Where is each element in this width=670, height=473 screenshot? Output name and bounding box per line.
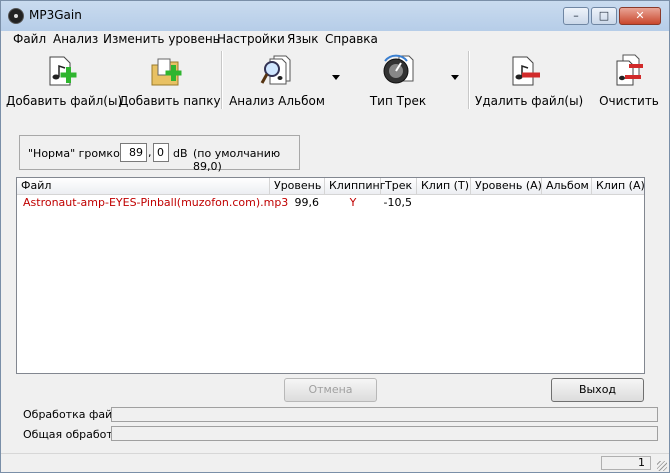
mp3gain-app-icon: [8, 8, 24, 24]
track-type-button[interactable]: Тип Трек: [351, 47, 445, 113]
row-track-gain: -10,5: [383, 196, 412, 209]
add-folder-label: Добавить папку: [119, 94, 221, 108]
resize-grip-icon[interactable]: [657, 461, 667, 471]
menu-options[interactable]: Настройки: [217, 32, 285, 46]
status-bar: 1: [1, 453, 669, 472]
unit-label: dB: [173, 147, 188, 160]
target-volume-int-input[interactable]: 89: [120, 143, 147, 162]
file-list-header: Файл Уровень Клиппинг Трек Клип (Т) Уров…: [17, 178, 645, 195]
column-header-clip-track[interactable]: Клип (Т): [417, 178, 471, 194]
default-hint: (по умолчанию 89,0): [193, 147, 281, 173]
window-title: MP3Gain: [29, 8, 82, 22]
column-header-clipping[interactable]: Клиппинг: [325, 178, 386, 194]
title-bar[interactable]: MP3Gain – □ ✕: [1, 1, 669, 31]
menu-file[interactable]: Файл: [13, 32, 46, 46]
column-header-file[interactable]: Файл: [17, 178, 270, 194]
menu-analysis[interactable]: Анализ: [53, 32, 98, 46]
minimize-button[interactable]: –: [563, 7, 589, 25]
add-file-icon: [49, 56, 77, 86]
file-progress-bar: [111, 407, 658, 422]
column-header-level[interactable]: Уровень: [270, 178, 325, 194]
magnifier-icon: [260, 55, 291, 85]
toolbar-separator: [468, 51, 470, 109]
album-analysis-button[interactable]: Анализ Альбом: [227, 47, 327, 113]
album-analysis-dropdown-icon[interactable]: [332, 75, 340, 80]
maximize-button[interactable]: □: [591, 7, 617, 25]
clear-label: Очистить: [599, 94, 659, 108]
column-header-clip-album[interactable]: Клип (A): [592, 178, 645, 194]
add-files-label: Добавить файл(ы): [6, 94, 123, 108]
toolbar-separator: [221, 51, 223, 109]
remove-file-icon: [512, 56, 540, 86]
menu-modify-gain[interactable]: Изменить уровень: [103, 32, 220, 46]
app-window: MP3Gain – □ ✕ Файл Анализ Изменить урове…: [0, 0, 670, 473]
gain-dial-icon: [383, 54, 414, 84]
toolbar: Добавить файл(ы) Добавить папку Анализ А…: [1, 47, 669, 113]
clear-all-icon: [616, 54, 643, 86]
column-header-track[interactable]: Трек: [381, 178, 417, 194]
file-list[interactable]: Файл Уровень Клиппинг Трек Клип (Т) Уров…: [16, 177, 645, 374]
target-volume-group: "Норма" громкости: 89 , 0 dB (по умолчан…: [19, 135, 300, 173]
track-type-label: Тип Трек: [369, 94, 427, 108]
menu-help[interactable]: Справка: [325, 32, 378, 46]
row-clipping: Y: [349, 196, 357, 209]
cancel-button[interactable]: Отмена: [284, 378, 377, 402]
total-progress-bar: [111, 426, 658, 441]
column-header-album-level[interactable]: Уровень (A): [471, 178, 542, 194]
remove-files-button[interactable]: Удалить файл(ы): [475, 47, 584, 113]
clear-button[interactable]: Очистить: [597, 47, 661, 113]
album-analysis-label: Анализ Альбом: [229, 94, 325, 108]
add-files-button[interactable]: Добавить файл(ы): [6, 47, 123, 113]
close-button[interactable]: ✕: [619, 7, 661, 25]
exit-button[interactable]: Выход: [551, 378, 644, 402]
add-folder-icon: [151, 58, 182, 86]
decimal-separator: ,: [148, 146, 152, 159]
file-count: 1: [601, 456, 651, 470]
menu-bar: Файл Анализ Изменить уровень Настройки Я…: [1, 31, 669, 47]
row-file-name: Astronaut-amp-EYES-Pinball(muzofon.com).…: [23, 196, 289, 209]
row-level: 99,6: [294, 196, 320, 209]
menu-language[interactable]: Язык: [287, 32, 318, 46]
track-type-dropdown-icon[interactable]: [451, 75, 459, 80]
add-folder-button[interactable]: Добавить папку: [119, 47, 221, 113]
remove-files-label: Удалить файл(ы): [475, 94, 584, 108]
target-volume-frac-input[interactable]: 0: [153, 143, 169, 162]
column-header-album[interactable]: Альбом: [542, 178, 592, 194]
